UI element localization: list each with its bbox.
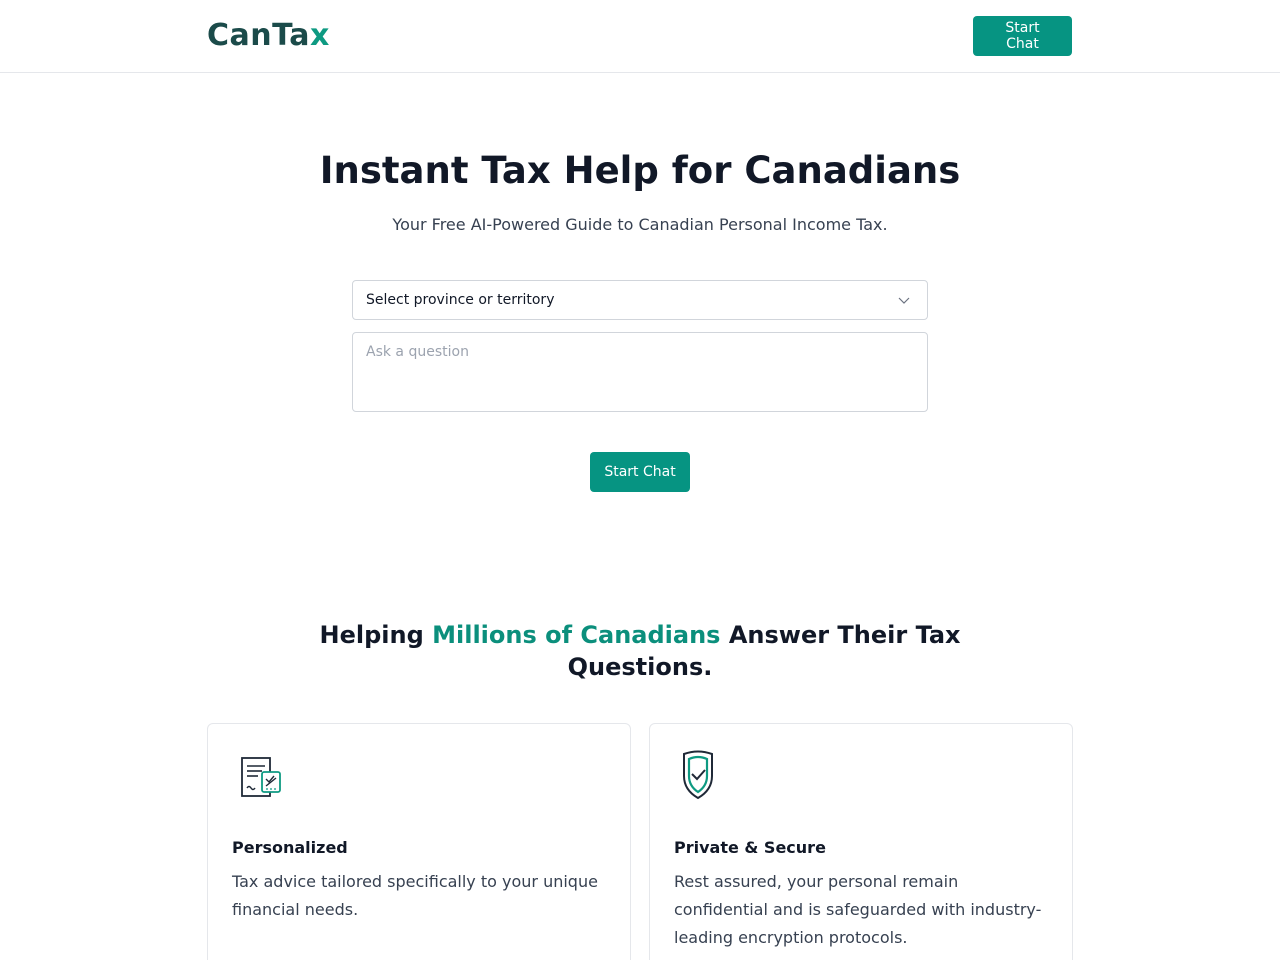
personalized-document-icon (241, 757, 281, 797)
card-description: Tax advice tailored specifically to your… (232, 872, 598, 919)
card-title: Personalized (232, 838, 348, 857)
start-chat-button[interactable]: Start Chat (590, 452, 690, 492)
cantax-logo[interactable]: CanTax (207, 18, 330, 54)
feature-card-private-secure: Private & Secure Rest assured, your pers… (649, 723, 1073, 960)
card-title: Private & Secure (674, 838, 826, 857)
logo-accent-text: x (309, 18, 330, 53)
section-title-before: Helping (319, 621, 433, 649)
section-title-highlight: Millions of Canadians (432, 621, 721, 649)
section-title: Helping Millions of Canadians Answer The… (300, 619, 980, 683)
card-description: Rest assured, your personal remain confi… (674, 872, 1042, 947)
feature-card-personalized: Personalized Tax advice tailored specifi… (207, 723, 631, 960)
hero-subtitle: Your Free AI-Powered Guide to Canadian P… (392, 215, 888, 234)
site-header: CanTax Start Chat (0, 0, 1280, 73)
logo-main-text: CanTa (207, 18, 310, 53)
question-input[interactable] (352, 332, 928, 412)
hero-title: Instant Tax Help for Canadians (319, 149, 961, 192)
province-select[interactable]: Select province or territory (352, 280, 928, 320)
chevron-down-icon (898, 297, 910, 304)
province-select-value: Select province or territory (366, 292, 555, 308)
header-start-chat-button[interactable]: Start Chat (973, 16, 1072, 56)
shield-check-icon (683, 750, 713, 800)
